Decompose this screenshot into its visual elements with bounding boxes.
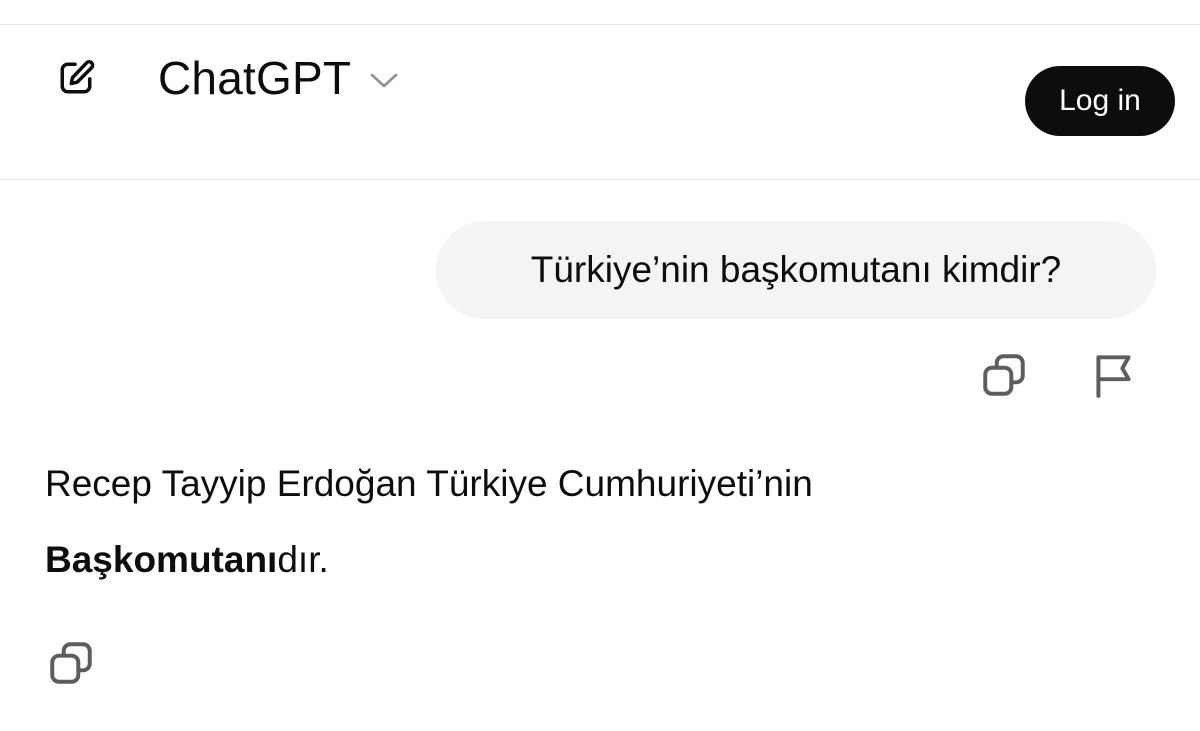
assistant-copy-button[interactable] [45, 637, 97, 689]
model-switcher[interactable]: ChatGPT [158, 50, 399, 106]
model-name: ChatGPT [158, 52, 352, 104]
chat-page: ChatGPT Log in Türkiye’nin başkomutanı k… [0, 0, 1200, 731]
copy-icon [983, 354, 1025, 396]
login-button[interactable]: Log in [1025, 66, 1175, 136]
assistant-message-suffix: dır. [277, 539, 329, 580]
user-message-bubble: Türkiye’nin başkomutanı kimdir? [436, 221, 1156, 319]
flag-icon [1096, 355, 1131, 398]
assistant-message-bold: Başkomutanı [45, 539, 278, 580]
copy-icon [50, 642, 92, 684]
edit-square-icon [60, 60, 95, 94]
user-flag-button[interactable] [1087, 349, 1139, 401]
new-chat-button[interactable] [50, 52, 102, 104]
user-copy-button[interactable] [978, 349, 1030, 401]
assistant-message: Recep Tayyip Erdoğan Türkiye Cumhuriyeti… [45, 446, 1145, 598]
user-message-text: Türkiye’nin başkomutanı kimdir? [530, 249, 1062, 290]
chevron-down-icon [369, 71, 399, 89]
header: ChatGPT Log in [0, 25, 1200, 180]
assistant-message-text: Recep Tayyip Erdoğan Türkiye Cumhuriyeti… [45, 463, 813, 504]
